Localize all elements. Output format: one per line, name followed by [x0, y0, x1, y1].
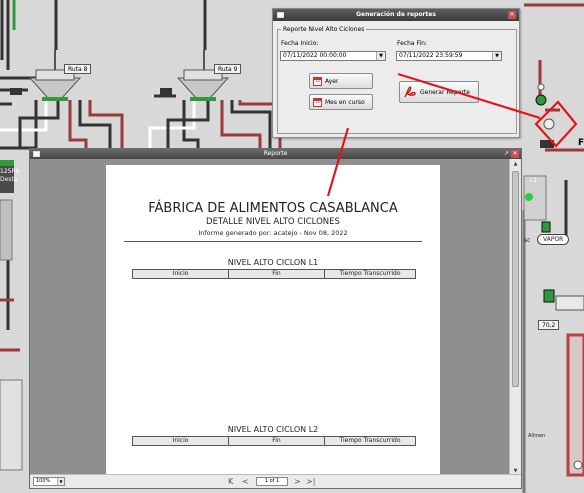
report-subtitle: DETALLE NIVEL ALTO CICLONES — [206, 217, 340, 227]
end-date-label: Fecha Fin: — [397, 40, 428, 47]
left-status-code: 125R9 — [0, 168, 20, 175]
process-value-readout: 70,2 — [538, 320, 560, 330]
route-8-label: Ruta 8 — [64, 64, 92, 74]
column-header-elapsed: Tiempo Transcurrido — [339, 270, 401, 277]
end-date-value: 07/11/2022 23:59:59 — [399, 52, 463, 59]
column-header-start: Inicio — [133, 437, 229, 445]
previous-page-button[interactable]: < — [242, 476, 249, 488]
scrollbar-thumb[interactable] — [512, 171, 519, 387]
start-date-label: Fecha Inicio: — [281, 40, 319, 47]
calendar-icon: 12 — [313, 97, 322, 107]
viewer-title: Reporte — [263, 150, 288, 157]
window-icon — [277, 12, 284, 18]
report-divider — [124, 241, 422, 242]
column-header-start: Inicio — [133, 270, 229, 278]
zoom-value: 100% — [36, 478, 51, 484]
report-company-title: FÁBRICA DE ALIMENTOS CASABLANCA — [148, 201, 398, 216]
calendar-icon: 12 — [313, 76, 322, 86]
window-icon — [33, 151, 40, 157]
partial-title-letter: F — [578, 138, 584, 148]
viewer-statusbar: 100% ▼ K < 1 of 1 > >| — [30, 474, 521, 488]
bottom-equipment-label: Alimen — [528, 433, 546, 439]
zoom-select[interactable]: 100% ▼ — [33, 477, 65, 486]
current-month-button-label: Mes en curso — [325, 98, 365, 106]
section-l1-table-header: Inicio Fin Tiempo Transcurrido — [132, 269, 416, 279]
yesterday-button[interactable]: 12 Ayer — [309, 73, 373, 89]
first-page-button[interactable]: K — [228, 476, 233, 488]
vapor-prefix: sc — [524, 237, 531, 244]
report-page: FÁBRICA DE ALIMENTOS CASABLANCA DETALLE … — [106, 165, 440, 476]
vertical-scrollbar[interactable]: ▲ ▼ — [509, 159, 521, 476]
page-indicator: 1 of 1 — [264, 478, 280, 484]
maximize-icon[interactable]: ↗ — [504, 149, 509, 159]
end-date-field[interactable]: 07/11/2022 23:59:59 ▼ — [396, 51, 502, 61]
report-generation-dialog: Generación de reportes ✕ Reporte Nivel A… — [272, 8, 520, 138]
chevron-down-icon[interactable]: ▼ — [57, 478, 64, 485]
report-group-label: Reporte Nivel Alto Ciclones — [283, 26, 365, 33]
generate-report-button-label: Generar Reporte — [420, 88, 470, 96]
section-l1-title: NIVEL ALTO CICLON L1 — [227, 258, 319, 267]
yesterday-button-label: Ayer — [325, 77, 339, 85]
start-date-field[interactable]: 07/11/2022 00:00:00 ▼ — [280, 51, 386, 61]
start-date-value: 07/11/2022 00:00:00 — [283, 52, 347, 59]
page-number-field[interactable]: 1 of 1 — [256, 477, 288, 486]
dialog-close-button[interactable]: ✕ — [508, 11, 516, 19]
section-l2-title: NIVEL ALTO CICLON L2 — [227, 425, 319, 434]
left-status-text: Desta — [0, 176, 18, 183]
report-generated-by: Informe generado por: acatejo - Nov 08, … — [198, 229, 348, 237]
next-page-button[interactable]: > — [294, 476, 301, 488]
report-canvas[interactable]: FÁBRICA DE ALIMENTOS CASABLANCA DETALLE … — [30, 159, 511, 476]
dialog-titlebar[interactable]: Generación de reportes ✕ — [273, 9, 519, 21]
current-month-button[interactable]: 12 Mes en curso — [309, 94, 373, 110]
viewer-titlebar[interactable]: Reporte ↗ ✕ — [30, 149, 521, 159]
line-l1-label: L1 — [530, 177, 538, 184]
column-header-end: Fin — [229, 437, 325, 445]
chevron-down-icon[interactable]: ▼ — [376, 52, 385, 60]
column-header-elapsed: Tiempo Transcurrido — [339, 437, 401, 444]
pdf-icon — [404, 86, 416, 98]
report-viewer-window: Reporte ↗ ✕ FÁBRICA DE ALIMENTOS CASABLA… — [29, 148, 522, 489]
column-header-end: Fin — [229, 270, 325, 278]
last-page-button[interactable]: >| — [306, 476, 315, 488]
section-l2-table-header: Inicio Fin Tiempo Transcurrido — [132, 436, 416, 446]
vapor-indicator[interactable]: VAPOR — [537, 234, 570, 245]
route-9-label: Ruta 9 — [214, 64, 242, 74]
scroll-up-icon[interactable]: ▲ — [510, 159, 521, 169]
generate-report-button[interactable]: Generar Reporte — [399, 81, 479, 103]
dialog-title: Generación de reportes — [356, 11, 436, 18]
viewer-close-button[interactable]: ✕ — [511, 150, 519, 158]
chevron-down-icon[interactable]: ▼ — [492, 52, 501, 60]
